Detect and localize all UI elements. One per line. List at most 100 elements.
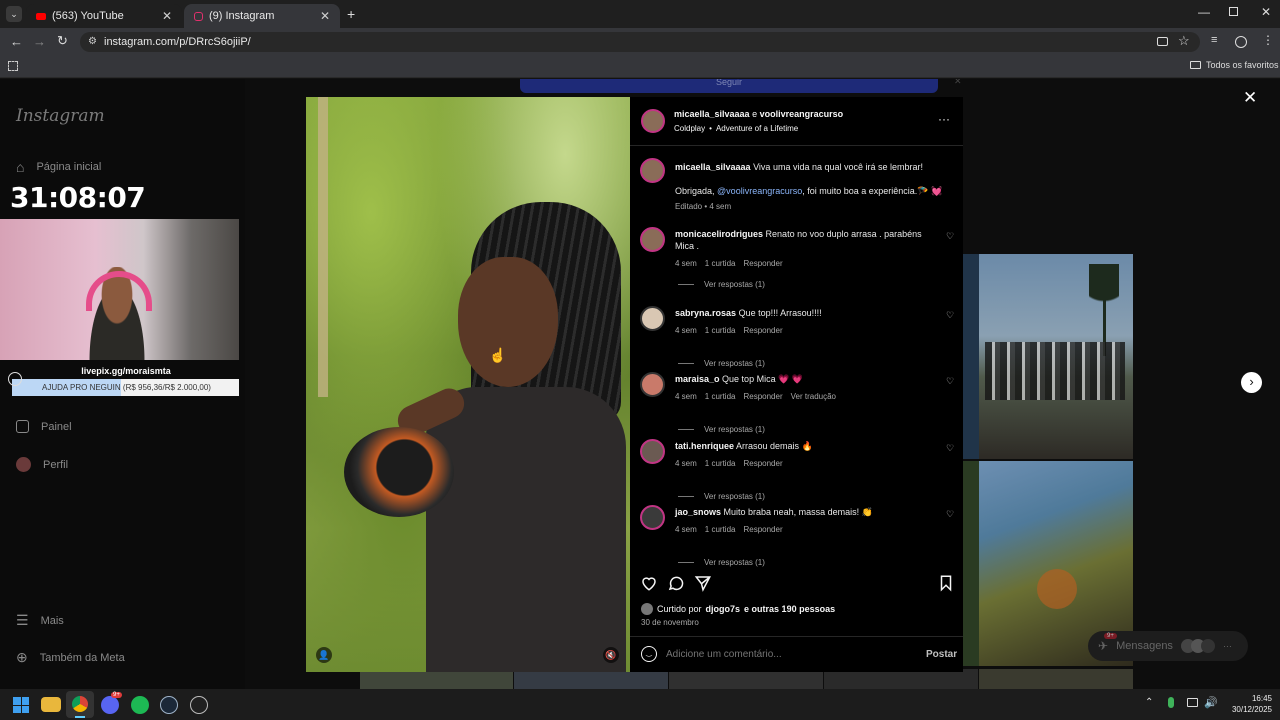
author-username[interactable]: micaella_silvaaaa [674, 109, 750, 119]
comment-likes[interactable]: 1 curtida [705, 325, 736, 337]
url-field[interactable]: ⚙ instagram.com/p/DRrcS6ojiiP/ [80, 32, 1200, 52]
comment-avatar[interactable] [640, 306, 665, 331]
comment-username[interactable]: tati.henriquee [675, 441, 734, 451]
file-explorer-icon[interactable] [41, 697, 61, 712]
taskbar-clock[interactable]: 16:45 30/12/2025 [1222, 693, 1272, 715]
comment-reply-button[interactable]: Responder [743, 258, 782, 270]
liked-by-user[interactable]: djogo7s [706, 604, 741, 614]
view-replies-button[interactable]: Ver respostas (1) [678, 425, 765, 434]
comment-avatar[interactable] [640, 505, 665, 530]
sidebar-item-home[interactable]: ⌂ Página inicial [16, 159, 101, 175]
view-replies-button[interactable]: Ver respostas (1) [678, 558, 765, 567]
comment-reply-button[interactable]: Responder [743, 325, 782, 337]
comment-username[interactable]: monicacelirodrigues [675, 229, 763, 239]
follow-button[interactable]: Seguir [520, 79, 938, 93]
network-icon[interactable] [1187, 698, 1198, 707]
grid-thumbnail[interactable] [669, 669, 823, 689]
post-video[interactable]: 👤 🔇 [306, 97, 630, 672]
collaborator-username[interactable]: voolivreangracurso [760, 109, 844, 119]
comment-avatar[interactable] [640, 372, 665, 397]
grid-thumbnail[interactable] [963, 254, 979, 459]
caption-mention[interactable]: @voolivreangracurso [717, 186, 802, 196]
user-tag-icon[interactable]: 👤 [316, 647, 332, 663]
comment-button[interactable] [667, 574, 685, 592]
minimize-button[interactable]: — [1198, 5, 1210, 19]
comment-like-icon[interactable]: ♡ [946, 509, 954, 520]
music-info[interactable]: Coldplay • Adventure of a Lifetime [674, 124, 798, 133]
comment-username[interactable]: jao_snows [675, 507, 721, 517]
more-options-icon[interactable]: ··· [938, 112, 950, 126]
liked-by-suffix[interactable]: e outras 190 pessoas [744, 604, 835, 614]
mute-icon[interactable]: 🔇 [603, 647, 619, 663]
emoji-icon[interactable]: ‿ [641, 646, 657, 662]
tray-chevron-icon[interactable]: ⌃ [1145, 697, 1153, 708]
all-bookmarks-button[interactable]: Todos os favoritos [1190, 60, 1279, 70]
caption-username[interactable]: micaella_silvaaaa [675, 162, 751, 172]
next-icon[interactable]: › [1241, 372, 1262, 393]
comment-avatar[interactable] [640, 227, 665, 252]
media-control-icon[interactable]: ≡ [1211, 34, 1217, 46]
comment-likes[interactable]: 1 curtida [705, 458, 736, 470]
site-info-icon[interactable]: ⚙ [88, 32, 97, 52]
post-comment-button[interactable]: Postar [926, 649, 957, 660]
comment-likes[interactable]: 1 curtida [705, 258, 736, 270]
obs-icon[interactable] [190, 696, 208, 714]
restore-button[interactable] [1229, 7, 1238, 16]
view-replies-button[interactable]: Ver respostas (1) [678, 280, 765, 289]
comment-likes[interactable]: 1 curtida [705, 391, 736, 403]
microphone-icon[interactable] [1168, 697, 1174, 708]
comment-likes[interactable]: 1 curtida [705, 524, 736, 536]
new-tab-button[interactable]: + [347, 6, 355, 22]
bookmark-star-icon[interactable]: ☆ [1178, 33, 1190, 49]
spotify-icon[interactable] [131, 696, 149, 714]
view-replies-button[interactable]: Ver respostas (1) [678, 359, 765, 368]
discord-icon[interactable]: 9+ [101, 692, 122, 714]
save-button[interactable] [937, 574, 955, 592]
close-window-button[interactable]: ✕ [1261, 5, 1271, 19]
like-button[interactable] [640, 574, 658, 592]
close-tab-icon[interactable]: ✕ [320, 9, 330, 23]
close-tab-icon[interactable]: ✕ [162, 9, 172, 23]
author-avatar[interactable] [641, 109, 665, 133]
comment-username[interactable]: sabryna.rosas [675, 308, 736, 318]
view-replies-button[interactable]: Ver respostas (1) [678, 492, 765, 501]
chrome-taskbar-button[interactable] [66, 691, 94, 718]
comment-like-icon[interactable]: ♡ [946, 310, 954, 321]
comment-reply-button[interactable]: Responder [743, 391, 782, 403]
tab-youtube[interactable]: (563) YouTube ✕ [26, 4, 182, 28]
comment-reply-button[interactable]: Responder [743, 524, 782, 536]
install-app-icon[interactable] [1157, 37, 1168, 46]
volume-icon[interactable]: 🔊 [1204, 696, 1218, 709]
instagram-logo[interactable]: Instagram [16, 106, 105, 126]
sidebar-item-profile[interactable]: Perfil [16, 457, 68, 472]
comment-reply-button[interactable]: Responder [743, 458, 782, 470]
comment-like-icon[interactable]: ♡ [946, 376, 954, 387]
grid-thumbnail[interactable] [979, 669, 1133, 689]
reload-icon[interactable]: ↻ [57, 33, 68, 49]
profile-icon[interactable] [1235, 36, 1247, 48]
start-button[interactable] [13, 697, 29, 713]
apps-grid-icon[interactable] [8, 61, 18, 71]
messages-button[interactable]: ✈ 9+ Mensagens ··· [1088, 631, 1248, 661]
tab-search-button[interactable]: ⌄ [6, 6, 22, 22]
grid-thumbnail[interactable] [963, 461, 979, 666]
tab-instagram[interactable]: (9) Instagram ✕ [184, 4, 340, 28]
browser-menu-icon[interactable]: ⋮ [1262, 33, 1274, 47]
steam-icon[interactable] [160, 696, 178, 714]
grid-thumbnail[interactable] [514, 669, 668, 689]
grid-thumbnail[interactable] [824, 669, 978, 689]
comment-translate-button[interactable]: Ver tradução [791, 391, 836, 403]
sidebar-item-meta[interactable]: ⊕ Também da Meta [16, 649, 125, 666]
comment-input[interactable] [666, 646, 906, 662]
sidebar-item-panel[interactable]: Painel [16, 420, 72, 433]
share-button[interactable] [694, 574, 712, 592]
grid-thumbnail[interactable] [360, 669, 513, 689]
sidebar-item-more[interactable]: ☰ Mais [16, 612, 64, 629]
comment-like-icon[interactable]: ♡ [946, 443, 954, 454]
caption-avatar[interactable] [640, 158, 665, 183]
grid-thumbnail[interactable] [979, 254, 1133, 459]
close-icon[interactable]: ✕ [1243, 88, 1257, 108]
comment-like-icon[interactable]: ♡ [946, 231, 954, 242]
forward-icon[interactable]: → [33, 34, 46, 49]
comment-username[interactable]: maraisa_o [675, 374, 720, 384]
